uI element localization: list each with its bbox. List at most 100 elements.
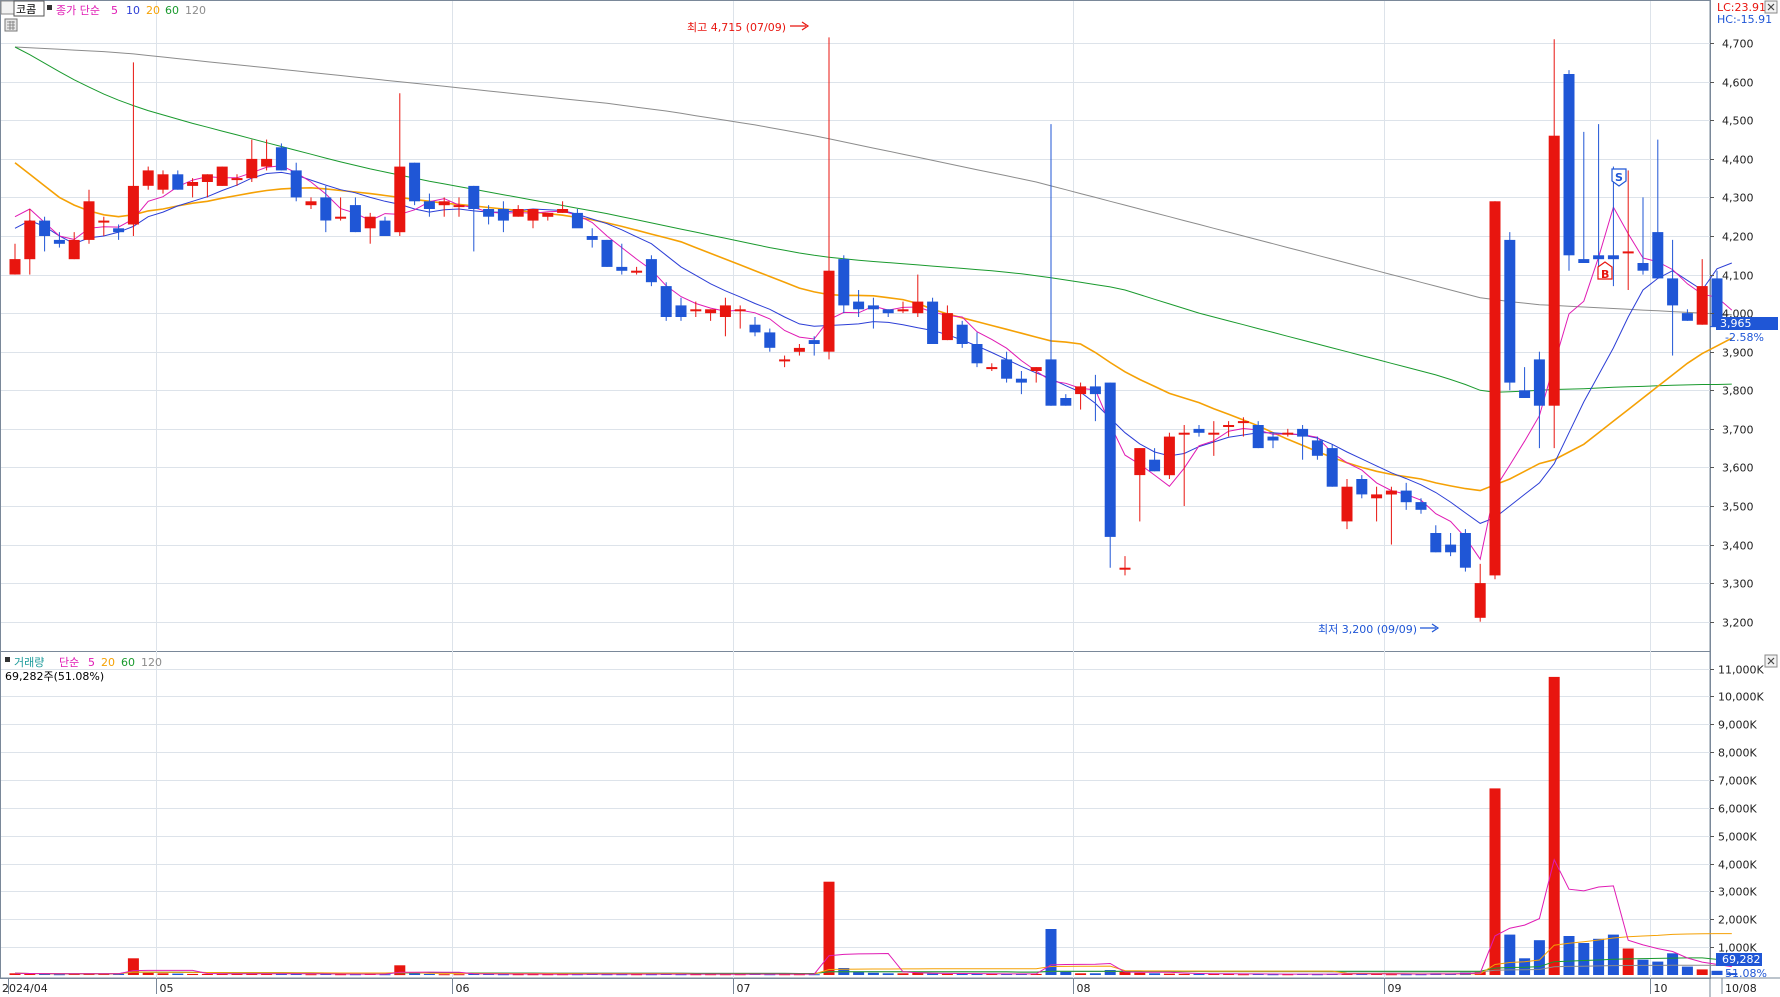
candle-body[interactable] bbox=[1563, 74, 1575, 256]
volume-bar[interactable] bbox=[1060, 971, 1072, 975]
candle-body[interactable] bbox=[1445, 544, 1457, 553]
candle-body[interactable] bbox=[438, 201, 450, 206]
candle-body[interactable] bbox=[216, 166, 228, 186]
candle-body[interactable] bbox=[201, 174, 213, 182]
candle-body[interactable] bbox=[1489, 201, 1501, 576]
candle-body[interactable] bbox=[157, 174, 169, 190]
volume-bar[interactable] bbox=[1193, 973, 1205, 975]
candle-body[interactable] bbox=[1356, 479, 1368, 495]
volume-bar[interactable] bbox=[1134, 972, 1146, 975]
candle-body[interactable] bbox=[749, 324, 761, 333]
candle-body[interactable] bbox=[1089, 386, 1101, 395]
volume-bar[interactable] bbox=[897, 973, 909, 975]
candle-body[interactable] bbox=[1001, 359, 1013, 379]
candle-body[interactable] bbox=[53, 239, 65, 244]
volume-bar[interactable] bbox=[187, 973, 199, 975]
candle-body[interactable] bbox=[1637, 263, 1649, 271]
candle-body[interactable] bbox=[497, 209, 509, 221]
volume-bar[interactable] bbox=[1089, 973, 1101, 975]
candle-body[interactable] bbox=[971, 344, 983, 364]
candle-body[interactable] bbox=[1415, 502, 1427, 510]
volume-bar[interactable] bbox=[1593, 938, 1605, 975]
candle-body[interactable] bbox=[645, 259, 657, 283]
volume-bar[interactable] bbox=[438, 974, 450, 976]
candle-body[interactable] bbox=[527, 209, 539, 221]
volume-bar[interactable] bbox=[453, 974, 465, 976]
candle-body[interactable] bbox=[1622, 251, 1634, 254]
candle-body[interactable] bbox=[1371, 494, 1383, 499]
candle-body[interactable] bbox=[290, 170, 302, 198]
candle-body[interactable] bbox=[127, 185, 139, 225]
candle-body[interactable] bbox=[1030, 367, 1042, 371]
candle-body[interactable] bbox=[601, 239, 613, 267]
candle-body[interactable] bbox=[1681, 313, 1693, 321]
candle-body[interactable] bbox=[571, 212, 583, 229]
volume-bar[interactable] bbox=[956, 973, 968, 975]
volume-bar[interactable] bbox=[157, 973, 169, 975]
candle-body[interactable] bbox=[512, 209, 524, 217]
candle-body[interactable] bbox=[853, 301, 865, 310]
candle-body[interactable] bbox=[305, 201, 317, 206]
candle-body[interactable] bbox=[1045, 359, 1057, 406]
volume-bar[interactable] bbox=[201, 973, 213, 975]
candle-body[interactable] bbox=[1104, 382, 1116, 537]
candle-body[interactable] bbox=[1430, 533, 1442, 553]
candle-body[interactable] bbox=[1385, 490, 1397, 495]
candle-body[interactable] bbox=[39, 220, 51, 236]
candle-body[interactable] bbox=[1237, 421, 1249, 424]
candle-body[interactable] bbox=[423, 201, 435, 209]
candle-body[interactable] bbox=[1326, 448, 1338, 487]
candle-body[interactable] bbox=[734, 309, 746, 312]
candle-body[interactable] bbox=[483, 209, 495, 217]
candle-body[interactable] bbox=[9, 259, 21, 275]
candle-body[interactable] bbox=[1208, 432, 1220, 435]
candle-body[interactable] bbox=[231, 178, 243, 181]
candle-body[interactable] bbox=[275, 147, 287, 171]
candle-body[interactable] bbox=[1607, 255, 1619, 260]
volume-bar[interactable] bbox=[1637, 959, 1649, 975]
candle-body[interactable] bbox=[379, 220, 391, 236]
candle-body[interactable] bbox=[1134, 448, 1146, 476]
volume-bar[interactable] bbox=[1652, 961, 1664, 975]
candle-body[interactable] bbox=[1474, 583, 1486, 618]
candle-body[interactable] bbox=[542, 212, 554, 217]
candle-body[interactable] bbox=[1400, 490, 1412, 503]
volume-bar[interactable] bbox=[1489, 788, 1501, 975]
candle-body[interactable] bbox=[1593, 255, 1605, 260]
candle-body[interactable] bbox=[409, 162, 421, 202]
candle-body[interactable] bbox=[1519, 390, 1531, 398]
candle-body[interactable] bbox=[1060, 398, 1072, 406]
candle-body[interactable] bbox=[941, 313, 953, 341]
candle-body[interactable] bbox=[1533, 359, 1545, 406]
candle-body[interactable] bbox=[349, 205, 361, 233]
candle-body[interactable] bbox=[1696, 286, 1708, 325]
volume-bar[interactable] bbox=[1045, 929, 1057, 975]
candle-body[interactable] bbox=[364, 216, 376, 229]
candle-body[interactable] bbox=[1459, 533, 1471, 568]
settings-icon[interactable] bbox=[0, 0, 15, 15]
candle-body[interactable] bbox=[1015, 378, 1027, 383]
candle-body[interactable] bbox=[808, 340, 820, 344]
volume-bar[interactable] bbox=[423, 973, 435, 975]
candle-body[interactable] bbox=[1163, 436, 1175, 476]
candle-body[interactable] bbox=[927, 301, 939, 344]
candle-body[interactable] bbox=[1178, 432, 1190, 435]
volume-bar[interactable] bbox=[1667, 953, 1679, 975]
volume-bar[interactable] bbox=[867, 972, 879, 975]
candle-body[interactable] bbox=[1548, 135, 1560, 406]
candle-body[interactable] bbox=[705, 309, 717, 314]
buy-marker-icon[interactable]: B bbox=[1597, 261, 1613, 281]
candle-body[interactable] bbox=[1252, 425, 1264, 449]
candle-body[interactable] bbox=[1193, 428, 1205, 433]
candle-body[interactable] bbox=[675, 305, 687, 317]
candle-body[interactable] bbox=[1652, 232, 1664, 279]
candle-body[interactable] bbox=[719, 305, 731, 317]
volume-bar[interactable] bbox=[1075, 973, 1087, 975]
volume-bar[interactable] bbox=[1607, 934, 1619, 975]
volume-bar[interactable] bbox=[1622, 948, 1634, 976]
candle-body[interactable] bbox=[793, 347, 805, 352]
volume-bar[interactable] bbox=[1696, 969, 1708, 975]
candle-body[interactable] bbox=[1341, 486, 1353, 522]
candle-body[interactable] bbox=[1667, 278, 1679, 306]
candle-body[interactable] bbox=[187, 182, 199, 186]
